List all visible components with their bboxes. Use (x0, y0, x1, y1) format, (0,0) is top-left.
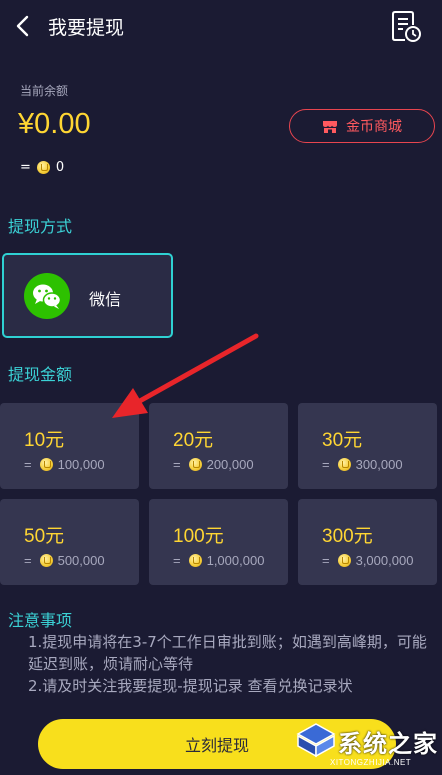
watermark-text: 系统之家 (338, 730, 438, 758)
chevron-left-icon (16, 15, 29, 37)
balance-amount: ¥0.00 (18, 108, 91, 140)
site-watermark: 系统之家 XITONGZHIJIA.NET (294, 718, 442, 775)
coin-balance: = 0 (20, 158, 64, 176)
withdraw-now-label: 立刻提现 (184, 736, 249, 755)
coin-icon (188, 458, 202, 471)
coin-cost: 500,000 (57, 553, 105, 568)
coin-icon (188, 554, 202, 567)
withdraw-records-button[interactable] (388, 8, 424, 44)
amount-value: 20元 (173, 430, 214, 451)
wechat-icon (24, 273, 70, 319)
amount-value: 100元 (173, 526, 224, 547)
watermark-logo-icon (296, 723, 336, 758)
notes-section-title: 注意事项 (8, 611, 73, 630)
amount-coin-cost: = 200,000 (173, 457, 254, 472)
coin-icon (36, 160, 50, 174)
coin-shop-label: 金币商城 (346, 119, 402, 135)
page-title: 我要提现 (48, 17, 125, 39)
coin-icon (337, 458, 351, 471)
amount-value: 30元 (322, 430, 363, 451)
amount-option-10[interactable]: 10元 = 100,000 (0, 403, 139, 489)
coin-shop-button[interactable]: 金币商城 (289, 109, 435, 143)
back-button[interactable] (10, 12, 38, 40)
coin-equals-sign: = (20, 159, 31, 175)
coin-balance-count: 0 (55, 159, 65, 175)
amount-value: 300元 (322, 526, 373, 547)
watermark-url: XITONGZHIJIA.NET (330, 758, 412, 767)
amount-coin-cost: = 100,000 (24, 457, 105, 472)
amount-option-30[interactable]: 30元 = 300,000 (298, 403, 437, 489)
coin-cost: 200,000 (206, 457, 254, 472)
amount-coin-cost: = 500,000 (24, 553, 105, 568)
balance-label: 当前余额 (20, 84, 69, 98)
wechat-label: 微信 (89, 290, 122, 309)
equals-sign: = (322, 553, 330, 568)
notes-line-2: 2.请及时关注我要提现-提现记录 查看兑换记录状 (28, 677, 353, 695)
coin-cost: 300,000 (355, 457, 403, 472)
notes-body: 1.提现申请将在3-7个工作日审批到账；如遇到高峰期，可能延迟到账，烦请耐心等待… (28, 631, 438, 697)
coin-icon (39, 554, 53, 567)
amount-option-300[interactable]: 300元 = 3,000,000 (298, 499, 437, 585)
method-option-wechat[interactable]: 微信 (2, 253, 173, 338)
amount-coin-cost: = 3,000,000 (322, 553, 413, 568)
coin-icon (39, 458, 53, 471)
amount-value: 50元 (24, 526, 65, 547)
method-section-title: 提现方式 (8, 217, 73, 236)
coin-cost: 3,000,000 (355, 553, 414, 568)
equals-sign: = (24, 553, 32, 568)
coin-cost: 100,000 (57, 457, 105, 472)
amount-option-20[interactable]: 20元 = 200,000 (149, 403, 288, 489)
equals-sign: = (173, 457, 181, 472)
amount-section-title: 提现金额 (8, 365, 73, 384)
coin-cost: 1,000,000 (206, 553, 265, 568)
amount-value: 10元 (24, 430, 65, 451)
records-clock-icon (392, 11, 421, 42)
header-bar: 我要提现 (0, 0, 442, 52)
amount-option-50[interactable]: 50元 = 500,000 (0, 499, 139, 585)
equals-sign: = (24, 457, 32, 472)
amount-option-100[interactable]: 100元 = 1,000,000 (149, 499, 288, 585)
equals-sign: = (322, 457, 330, 472)
amount-coin-cost: = 300,000 (322, 457, 403, 472)
notes-line-1: 1.提现申请将在3-7个工作日审批到账；如遇到高峰期，可能延迟到账，烦请耐心等待 (28, 633, 427, 673)
coin-icon (337, 554, 351, 567)
equals-sign: = (173, 553, 181, 568)
store-icon (323, 120, 337, 133)
amount-coin-cost: = 1,000,000 (173, 553, 264, 568)
